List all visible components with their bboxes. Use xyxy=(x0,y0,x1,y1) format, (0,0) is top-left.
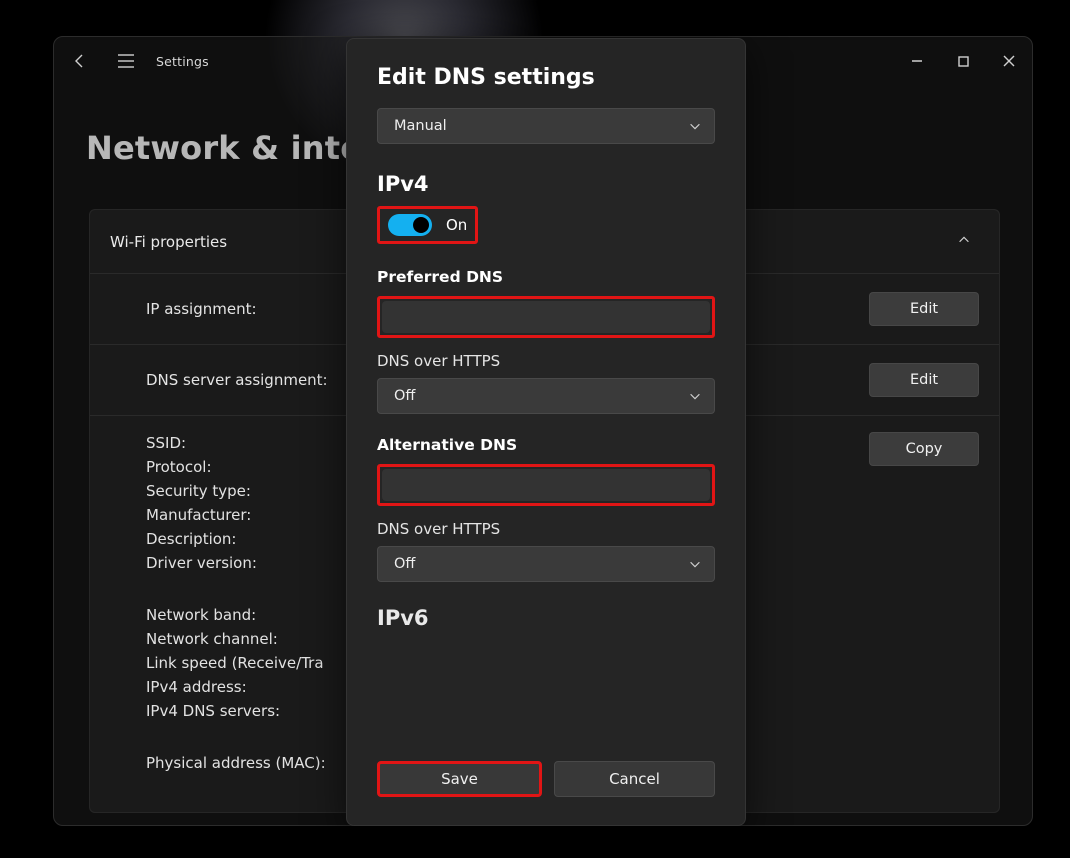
save-button[interactable]: Save xyxy=(377,761,542,797)
preferred-dns-input[interactable] xyxy=(382,301,710,333)
copy-button[interactable]: Copy xyxy=(869,432,979,466)
minimize-button[interactable] xyxy=(894,45,940,77)
edit-dns-dialog: Edit DNS settings Manual IPv4 On Preferr… xyxy=(346,38,746,826)
preferred-dns-highlight xyxy=(377,296,715,338)
chevron-down-icon xyxy=(688,557,702,571)
panel-header-title: Wi-Fi properties xyxy=(110,233,227,251)
doh2-label: DNS over HTTPS xyxy=(377,520,715,538)
chevron-down-icon xyxy=(688,389,702,403)
collapse-icon[interactable] xyxy=(957,232,971,251)
preferred-dns-label: Preferred DNS xyxy=(377,268,715,286)
alt-dns-input[interactable] xyxy=(382,469,710,501)
doh1-label: DNS over HTTPS xyxy=(377,352,715,370)
window-title: Settings xyxy=(156,54,209,69)
doh1-value: Off xyxy=(394,388,415,404)
chevron-down-icon xyxy=(688,119,702,133)
ipv4-toggle-label: On xyxy=(446,216,467,234)
doh2-select[interactable]: Off xyxy=(377,546,715,582)
close-button[interactable] xyxy=(986,45,1032,77)
dns-mode-value: Manual xyxy=(394,118,447,134)
alt-dns-label: Alternative DNS xyxy=(377,436,715,454)
cancel-button[interactable]: Cancel xyxy=(554,761,715,797)
doh2-value: Off xyxy=(394,556,415,572)
ip-assignment-edit-button[interactable]: Edit xyxy=(869,292,979,326)
maximize-button[interactable] xyxy=(940,45,986,77)
dialog-title: Edit DNS settings xyxy=(377,65,715,90)
ipv4-toggle-highlight: On xyxy=(377,206,478,244)
ipv4-heading: IPv4 xyxy=(377,172,715,196)
dns-assignment-edit-button[interactable]: Edit xyxy=(869,363,979,397)
ipv6-heading: IPv6 xyxy=(377,606,715,630)
doh1-select[interactable]: Off xyxy=(377,378,715,414)
hamburger-button[interactable] xyxy=(106,41,146,81)
dns-mode-select[interactable]: Manual xyxy=(377,108,715,144)
ipv4-toggle[interactable] xyxy=(388,214,432,236)
alt-dns-highlight xyxy=(377,464,715,506)
back-button[interactable] xyxy=(60,41,100,81)
